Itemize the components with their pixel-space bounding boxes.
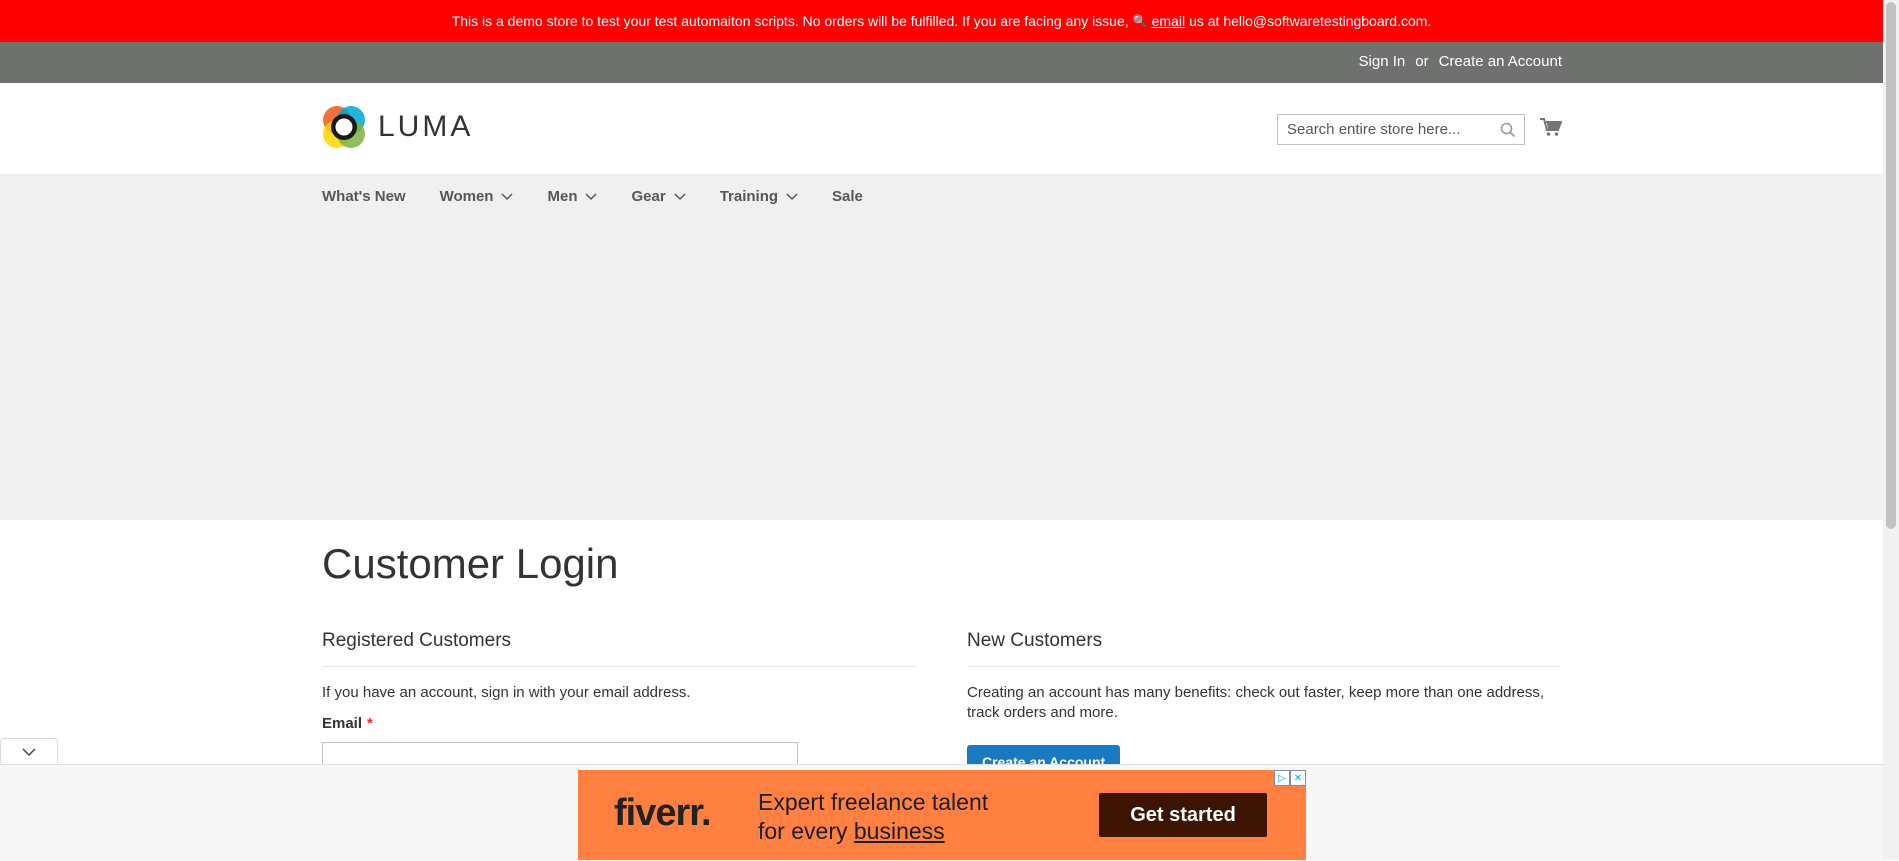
ad-line-1: Expert freelance talent: [758, 789, 989, 815]
ad-line-2-link: business: [853, 818, 945, 844]
nav-item-label: Sale: [832, 188, 863, 205]
or-separator: or: [1415, 53, 1429, 70]
chevron-down-icon: [786, 192, 798, 200]
store-logo[interactable]: LUMA: [322, 105, 473, 149]
ad-logo: fiverr.: [614, 792, 712, 834]
luma-logo-icon: [323, 106, 365, 148]
ad-line-2-prefix: for every: [758, 818, 848, 844]
search-box: [1277, 114, 1525, 145]
scrollbar-thumb[interactable]: [1886, 2, 1896, 529]
ad-line-2: for every business: [758, 817, 988, 846]
nav-item-gear[interactable]: Gear: [631, 188, 686, 205]
email-link[interactable]: email: [1152, 13, 1185, 29]
demo-notice-banner: This is a demo store to test your test a…: [0, 0, 1883, 42]
ad-badges: ▷ ✕: [1274, 770, 1306, 786]
ad-get-started-button[interactable]: Get started: [1099, 793, 1267, 837]
nav-item-men[interactable]: Men: [547, 188, 598, 205]
create-account-link[interactable]: Create an Account: [1439, 53, 1562, 70]
cart-icon[interactable]: [1540, 117, 1563, 142]
main-navigation: What's New Women Men Gear Training Sale: [0, 174, 1883, 520]
nav-item-training[interactable]: Training: [720, 188, 798, 205]
nav-item-label: Men: [547, 188, 578, 205]
search-input[interactable]: [1278, 115, 1506, 144]
logo-text: LUMA: [378, 110, 474, 143]
ad-collapse-toggle[interactable]: [0, 738, 58, 765]
site-header: LUMA: [0, 83, 1883, 174]
chevron-down-icon: [501, 192, 514, 200]
email-label: Email *: [322, 715, 916, 732]
new-customers-block: New Customers Creating an account has ma…: [967, 630, 1561, 779]
new-customers-title: New Customers: [967, 630, 1561, 667]
search-icon[interactable]: [1500, 122, 1516, 143]
registered-customers-block: Registered Customers If you have an acco…: [322, 630, 916, 774]
registered-customers-description: If you have an account, sign in with you…: [322, 684, 691, 701]
chevron-down-icon: [22, 747, 36, 756]
required-marker: *: [367, 715, 373, 732]
ad-choices-icon[interactable]: ▷: [1274, 770, 1290, 786]
demo-notice-text-end: us at hello@softwaretestingboard.com.: [1189, 13, 1432, 29]
nav-item-sale[interactable]: Sale: [832, 188, 863, 205]
fiverr-ad[interactable]: fiverr. Expert freelance talent for ever…: [578, 770, 1306, 860]
nav-item-label: Training: [719, 188, 779, 205]
registered-customers-title: Registered Customers: [322, 630, 916, 667]
nav-item-label: What's New: [322, 188, 406, 205]
email-label-text: Email: [322, 715, 363, 732]
new-customers-description: Creating an account has many benefits: c…: [967, 684, 1545, 721]
sign-in-link[interactable]: Sign In: [1359, 53, 1406, 70]
demo-notice-text: This is a demo store to test your test a…: [451, 13, 1129, 29]
chevron-down-icon: [585, 192, 598, 200]
page-scrollbar[interactable]: [1883, 0, 1899, 860]
ad-headline: Expert freelance talent for every busine…: [758, 788, 988, 846]
account-links: Sign In or Create an Account: [1359, 53, 1562, 70]
nav-menu: What's New Women Men Gear Training Sale: [322, 188, 897, 205]
ad-close-icon[interactable]: ✕: [1290, 770, 1306, 786]
top-account-bar: Sign In or Create an Account: [0, 42, 1883, 83]
chevron-down-icon: [674, 192, 686, 200]
nav-item-whats-new[interactable]: What's New: [322, 188, 406, 205]
nav-item-women[interactable]: Women: [440, 188, 514, 205]
nav-item-label: Women: [439, 188, 494, 205]
page-title: Customer Login: [322, 540, 619, 587]
nav-item-label: Gear: [631, 188, 666, 205]
key-icon: 🔍: [1132, 14, 1148, 28]
